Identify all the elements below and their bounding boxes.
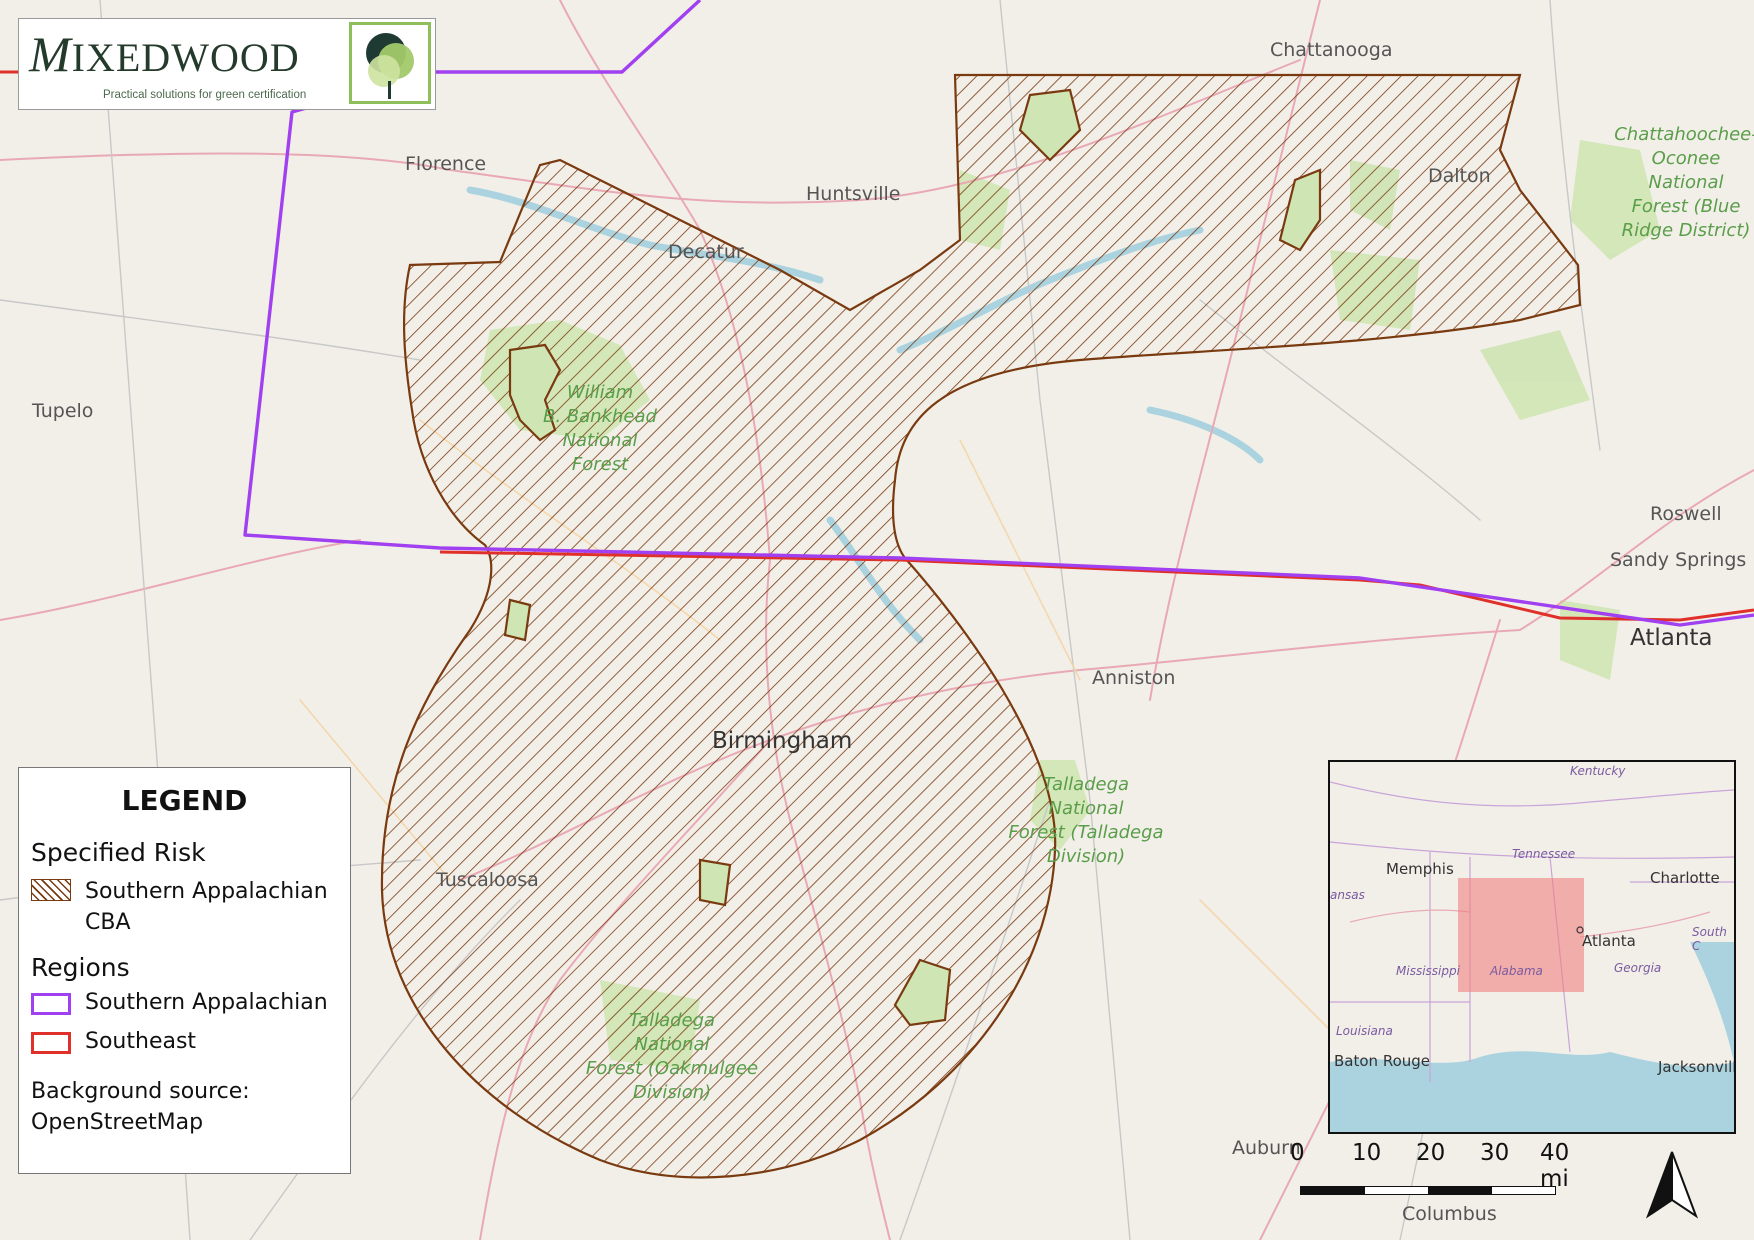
inset-label-tennessee: Tennessee xyxy=(1512,847,1576,861)
legend-source-line2: OpenStreetMap xyxy=(31,1110,204,1135)
forest-label-line: Forest (Talladega xyxy=(1008,822,1163,843)
north-arrow-icon xyxy=(1644,1150,1700,1220)
legend-source: Background source: OpenStreetMap xyxy=(31,1076,250,1138)
forest-label-line: Forest (Oakmulgee xyxy=(586,1058,758,1079)
legend-regions-heading: Regions xyxy=(31,953,130,982)
forest-label-line: Division) xyxy=(633,1082,711,1103)
forest-label-line: National xyxy=(1648,172,1723,193)
label-anniston: Anniston xyxy=(1092,667,1175,689)
forest-label-line: Forest (Blue xyxy=(1632,196,1741,217)
logo-name-rest: IXED xyxy=(71,35,172,80)
forest-label-line: Division) xyxy=(1047,846,1125,867)
legend-item-southeast: Southeast xyxy=(31,1029,196,1054)
forest-label-line: Talladega xyxy=(629,1010,715,1031)
label-columbus: Columbus xyxy=(1402,1203,1497,1225)
label-tupelo: Tupelo xyxy=(31,400,93,422)
forest-label-line: National xyxy=(1048,798,1123,819)
scale-tick-label: 20 xyxy=(1416,1140,1446,1166)
legend-specified-risk-heading: Specified Risk xyxy=(31,838,206,867)
label-dalton: Dalton xyxy=(1428,165,1491,187)
label-sandy-springs: Sandy Springs xyxy=(1610,549,1746,571)
forest-label-line: Forest xyxy=(572,454,629,475)
legend-southern-appalachian-label: Southern Appalachian xyxy=(85,990,328,1015)
logo-name-second: WOOD xyxy=(171,35,300,80)
hatch-swatch-icon xyxy=(31,879,71,901)
label-birmingham: Birmingham xyxy=(712,728,852,754)
logo-tagline: Practical solutions for green certificat… xyxy=(103,89,307,101)
scale-bar: 0 10 20 30 40 mi xyxy=(1290,1140,1570,1200)
scale-tick-label: 0 xyxy=(1290,1140,1305,1166)
legend-item-southern-appalachian: Southern Appalachian xyxy=(31,990,328,1015)
forest-label-line: William xyxy=(567,382,633,403)
forest-label-line: National xyxy=(562,430,637,451)
inset-label-charlotte: Charlotte xyxy=(1650,869,1720,887)
label-huntsville: Huntsville xyxy=(806,183,901,205)
label-decatur: Decatur xyxy=(668,241,744,263)
legend-southeast-label: Southeast xyxy=(85,1029,197,1054)
label-atlanta: Atlanta xyxy=(1630,625,1713,651)
scale-bar-segments xyxy=(1300,1186,1556,1195)
scale-tick-label: 10 xyxy=(1352,1140,1382,1166)
label-florence: Florence xyxy=(405,153,486,175)
scale-tick-label: 30 xyxy=(1480,1140,1510,1166)
label-chattanooga: Chattanooga xyxy=(1270,39,1393,61)
legend-cba-label-line2: CBA xyxy=(85,910,131,935)
forest-label-line: National xyxy=(634,1034,709,1055)
legend-item-cba: Southern Appalachian CBA xyxy=(31,876,328,938)
forest-label-line: B. Bankhead xyxy=(543,406,658,427)
inset-label-louisiana: Louisiana xyxy=(1336,1024,1393,1038)
mixedwood-logo: MIXEDWOOD Practical solutions for green … xyxy=(18,18,436,110)
inset-label-kentucky: Kentucky xyxy=(1570,764,1626,778)
forest-label-line: Talladega xyxy=(1043,774,1129,795)
inset-label-jacksonville: Jacksonvill xyxy=(1658,1058,1736,1076)
inset-label-memphis: Memphis xyxy=(1386,860,1454,878)
inset-label-south-carolina: South C xyxy=(1692,925,1727,953)
tree-logo-icon xyxy=(349,22,431,104)
inset-label-baton-rouge: Baton Rouge xyxy=(1334,1052,1430,1070)
purple-outline-swatch-icon xyxy=(31,993,71,1015)
inset-label-arkansas: ansas xyxy=(1330,888,1365,902)
inset-map-graphic xyxy=(1330,762,1734,1132)
inset-label-georgia: Georgia xyxy=(1614,961,1662,975)
label-roswell: Roswell xyxy=(1650,503,1722,525)
forest-label-line: Chattahoochee- xyxy=(1614,124,1754,145)
forest-label-line: Oconee xyxy=(1652,148,1721,169)
map-legend: LEGEND Specified Risk Southern Appalachi… xyxy=(18,767,351,1174)
logo-wordmark: MIXEDWOOD xyxy=(29,25,300,83)
inset-label-mississippi: Mississippi xyxy=(1396,964,1460,978)
scale-tick-label: 40 mi xyxy=(1540,1140,1570,1192)
legend-cba-label-line1: Southern Appalachian xyxy=(85,879,328,904)
logo-initial: M xyxy=(29,26,72,82)
inset-locator-map: Kentucky Tennessee Memphis Charlotte ans… xyxy=(1328,760,1736,1134)
inset-label-atlanta: Atlanta xyxy=(1582,932,1636,950)
red-outline-swatch-icon xyxy=(31,1032,71,1054)
forest-label-line: Ridge District) xyxy=(1622,220,1751,241)
label-tuscaloosa: Tuscaloosa xyxy=(435,869,539,891)
inset-label-alabama: Alabama xyxy=(1490,964,1543,978)
legend-title: LEGEND xyxy=(121,784,248,817)
legend-source-line1: Background source: xyxy=(31,1079,250,1104)
